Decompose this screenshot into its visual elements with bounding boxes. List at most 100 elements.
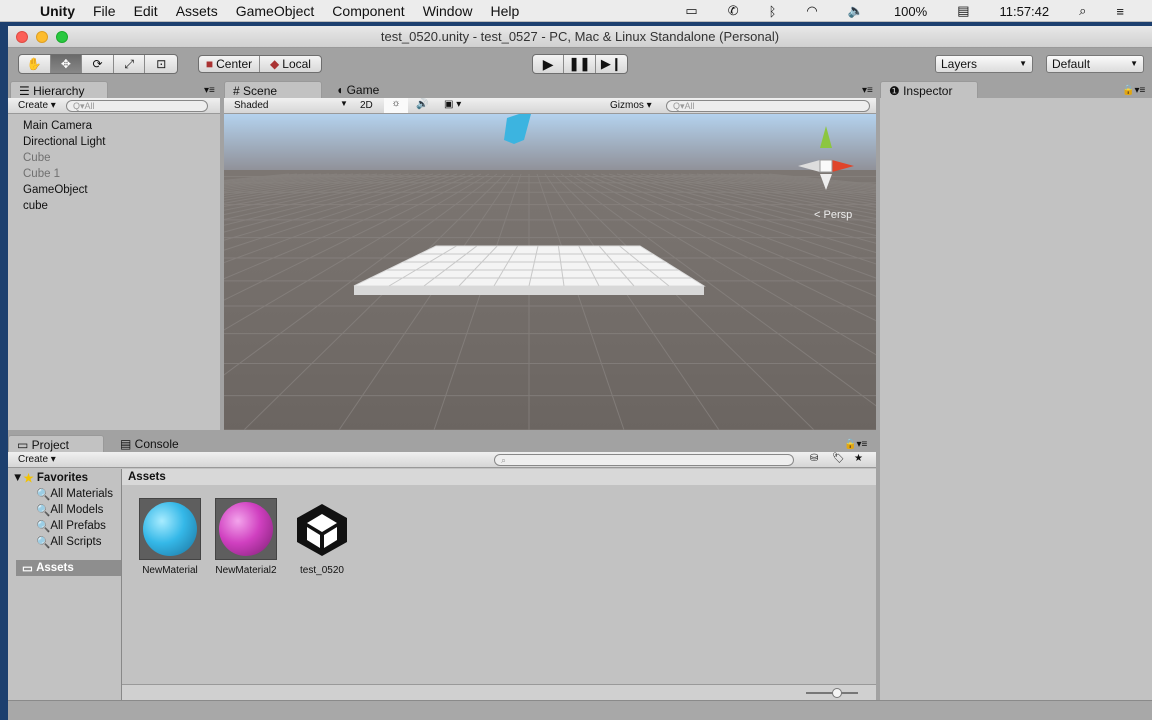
asset-newmaterial[interactable]: NewMaterial <box>132 498 208 576</box>
menu-file[interactable]: File <box>93 3 116 19</box>
step-button[interactable]: ▶❙ <box>596 55 627 73</box>
airplay-icon[interactable]: ▭ <box>685 3 697 19</box>
spotlight-icon[interactable]: ⌕ <box>1079 3 1086 19</box>
tab-inspector[interactable]: ❶ Inspector <box>880 81 978 99</box>
filter-type-icon[interactable]: ⛁ <box>810 453 818 464</box>
hand-tool-icon[interactable]: ✋ <box>19 55 51 73</box>
hierarchy-item[interactable]: cube <box>23 200 48 212</box>
favorite-item[interactable]: 🔍 All Materials <box>36 487 113 501</box>
rotate-tool-icon[interactable]: ⟳ <box>82 55 114 73</box>
hierarchy-item[interactable]: Main Camera <box>23 120 92 132</box>
effects-toggle-icon[interactable]: ▣ ▾ <box>444 99 461 110</box>
menu-edit[interactable]: Edit <box>134 3 158 19</box>
clock[interactable]: 11:57:42 <box>999 4 1049 19</box>
wifi-icon[interactable]: ◠ <box>806 3 817 19</box>
chevron-down-icon: ▼ <box>1019 59 1027 68</box>
gizmos-dropdown[interactable]: Gizmos ▾ <box>610 100 652 111</box>
asset-newmaterial2[interactable]: NewMaterial2 <box>208 498 284 576</box>
hierarchy-item[interactable]: Cube <box>23 152 51 164</box>
close-button[interactable] <box>16 31 28 43</box>
title-bar: test_0520.unity - test_0527 - PC, Mac & … <box>8 26 1152 48</box>
lock-icon[interactable]: 🔒▾≡ <box>844 439 867 450</box>
hierarchy-item[interactable]: GameObject <box>23 184 88 196</box>
hierarchy-item[interactable]: Directional Light <box>23 136 105 148</box>
project-toolbar: Create ▾ ⌕ ⛁ 🏷 ★ <box>8 452 876 468</box>
window-title: test_0520.unity - test_0527 - PC, Mac & … <box>380 29 780 44</box>
play-controls: ▶ ❚❚ ▶❙ <box>532 54 628 74</box>
pivot-center-button[interactable]: ■ Center <box>199 56 261 72</box>
menu-assets[interactable]: Assets <box>176 3 218 19</box>
layers-dropdown[interactable]: Layers ▼ <box>935 55 1033 73</box>
filter-label-icon[interactable]: 🏷 <box>832 453 845 464</box>
rect-tool-icon[interactable]: ⊡ <box>145 55 177 73</box>
favorite-star-icon[interactable]: ★ <box>854 453 863 464</box>
favorite-item[interactable]: 🔍 All Scripts <box>36 535 101 549</box>
search-icon: 🔍 <box>36 489 51 501</box>
folder-icon: ▭ <box>22 563 37 575</box>
transform-tools: ✋ ✥ ⟳ ⤢ ⊡ <box>18 54 178 74</box>
search-icon: 🔍 <box>36 537 51 549</box>
menu-help[interactable]: Help <box>490 3 519 19</box>
phone-icon[interactable]: ✆ <box>728 3 739 19</box>
menu-window[interactable]: Window <box>423 3 473 19</box>
project-create-button[interactable]: Create ▾ <box>18 454 56 465</box>
layout-dropdown[interactable]: Default ▼ <box>1046 55 1144 73</box>
pivot-local-button[interactable]: ◆ Local <box>260 56 321 72</box>
move-tool-icon[interactable]: ✥ <box>50 55 83 73</box>
2d-toggle[interactable]: 2D <box>360 100 373 111</box>
assets-folder[interactable]: ▭ Assets <box>16 560 121 576</box>
audio-toggle-icon[interactable]: 🔊 <box>416 99 428 110</box>
chevron-down-icon: ▼ <box>1130 59 1138 68</box>
volume-icon[interactable]: 🔈 <box>848 3 864 19</box>
menu-gameobject[interactable]: GameObject <box>236 3 315 19</box>
slider-thumb[interactable] <box>832 688 842 698</box>
hierarchy-item[interactable]: Cube 1 <box>23 168 60 180</box>
tab-scene[interactable]: # Scene <box>224 81 322 99</box>
projection-label[interactable]: < Persp <box>814 209 852 221</box>
shading-mode-dropdown[interactable]: Shaded <box>234 100 268 111</box>
tab-project[interactable]: ▭ Project <box>8 435 104 453</box>
favorites-folder[interactable]: ▼ ★ Favorites <box>12 471 88 485</box>
minimize-button[interactable] <box>36 31 48 43</box>
hierarchy-toolbar: Create ▾ Q▾All <box>8 98 220 114</box>
scale-tool-icon[interactable]: ⤢ <box>114 55 146 73</box>
asset-scene-test0520[interactable]: test_0520 <box>284 498 360 576</box>
hierarchy-search[interactable]: Q▾All <box>66 100 208 112</box>
menu-component[interactable]: Component <box>332 3 404 19</box>
scene-toolbar: Shaded ▼ 2D ☼ 🔊 ▣ ▾ Gizmos ▾ Q▾All <box>224 98 876 114</box>
scene-viewport[interactable]: < Persp <box>224 114 876 430</box>
tab-game[interactable]: ◖ Game <box>328 81 398 99</box>
tab-console[interactable]: ▤ Console <box>112 435 202 453</box>
battery-text[interactable]: 100% <box>894 4 927 19</box>
project-search[interactable]: ⌕ <box>494 454 794 466</box>
menu-app[interactable]: Unity <box>40 3 75 19</box>
pacman-icon: ◖ <box>336 83 347 97</box>
breadcrumb[interactable]: Assets <box>122 469 876 485</box>
chevron-down-icon: ▼ <box>340 99 348 108</box>
bluetooth-icon[interactable]: ᛒ <box>769 4 777 19</box>
flag-icon[interactable]: ▤ <box>957 3 969 19</box>
panel-menu-icon[interactable]: ▾≡ <box>862 85 873 96</box>
folder-icon: ▭ <box>17 438 32 452</box>
pause-button[interactable]: ❚❚ <box>564 55 596 73</box>
lock-icon[interactable]: 🔒▾≡ <box>1122 85 1145 96</box>
zoom-button[interactable] <box>56 31 68 43</box>
tab-hierarchy[interactable]: ☰ Hierarchy <box>10 81 108 99</box>
notifications-icon[interactable]: ≡ <box>1116 4 1124 19</box>
info-icon: ❶ <box>889 84 904 98</box>
scene-search[interactable]: Q▾All <box>666 100 870 112</box>
list-icon: ☰ <box>19 84 34 98</box>
hierarchy-create-button[interactable]: Create ▾ <box>18 100 56 111</box>
play-button[interactable]: ▶ <box>533 55 565 73</box>
pivot-toggles: ■ Center ◆ Local <box>198 55 322 73</box>
expand-arrow-icon[interactable]: ▼ <box>12 472 23 484</box>
search-icon: 🔍 <box>36 521 51 533</box>
unity-window: test_0520.unity - test_0527 - PC, Mac & … <box>8 26 1152 720</box>
project-footer <box>122 684 876 700</box>
lighting-toggle-icon[interactable]: ☼ <box>384 98 408 113</box>
panel-menu-icon[interactable]: ▾≡ <box>204 85 215 96</box>
project-panel: Create ▾ ⌕ ⛁ 🏷 ★ ▼ ★ Favorites 🔍 All Mater… <box>8 452 876 700</box>
favorite-item[interactable]: 🔍 All Models <box>36 503 103 517</box>
mac-menubar: Unity File Edit Assets GameObject Compon… <box>0 0 1152 22</box>
favorite-item[interactable]: 🔍 All Prefabs <box>36 519 106 533</box>
